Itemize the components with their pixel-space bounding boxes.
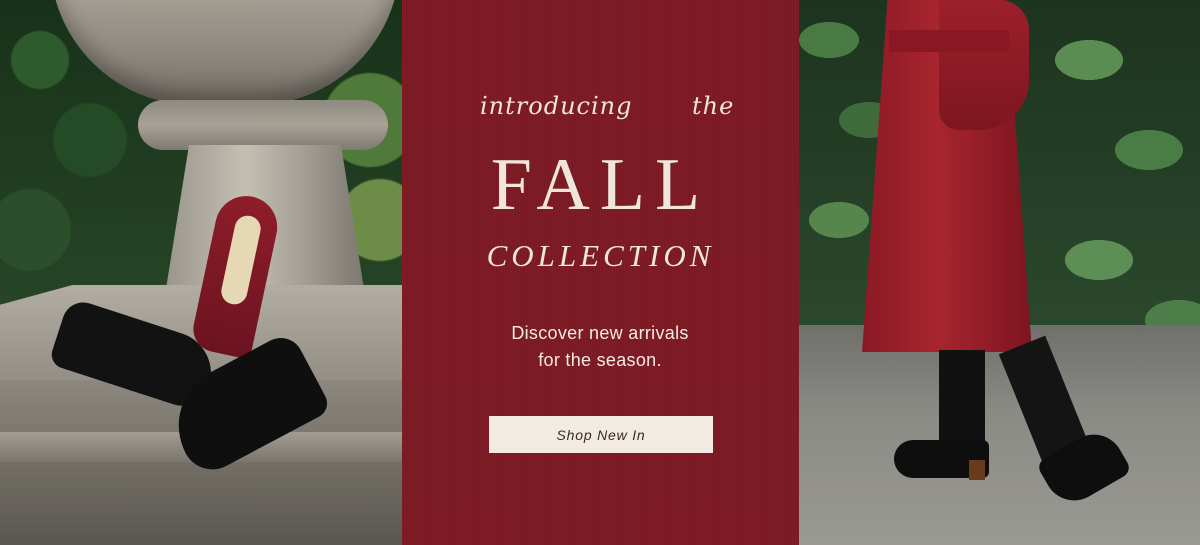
intro-word-the: the [692,92,735,120]
description-line-1: Discover new arrivals [511,323,689,343]
stone-urn-neck [138,100,388,150]
fall-collection-banner: introducing the FALL COLLECTION Discover… [0,0,1200,545]
intro-line: introducing the [402,92,799,124]
coat-sleeve [939,0,1029,130]
coat-belt [889,30,1009,52]
banner-description: Discover new arrivals for the season. [450,320,750,374]
collection-text-panel: introducing the FALL COLLECTION Discover… [402,0,799,545]
description-line-2: for the season. [538,350,662,370]
intro-word-introducing: introducing [480,92,633,120]
red-coat-model-photo [799,0,1200,545]
shop-new-in-button[interactable]: Shop New In [489,416,713,453]
headline-title: FALL [490,144,711,226]
left-boot-heel [969,460,985,480]
shoes-on-urn-photo [0,0,402,545]
headline-subtitle: COLLECTION [486,238,715,273]
